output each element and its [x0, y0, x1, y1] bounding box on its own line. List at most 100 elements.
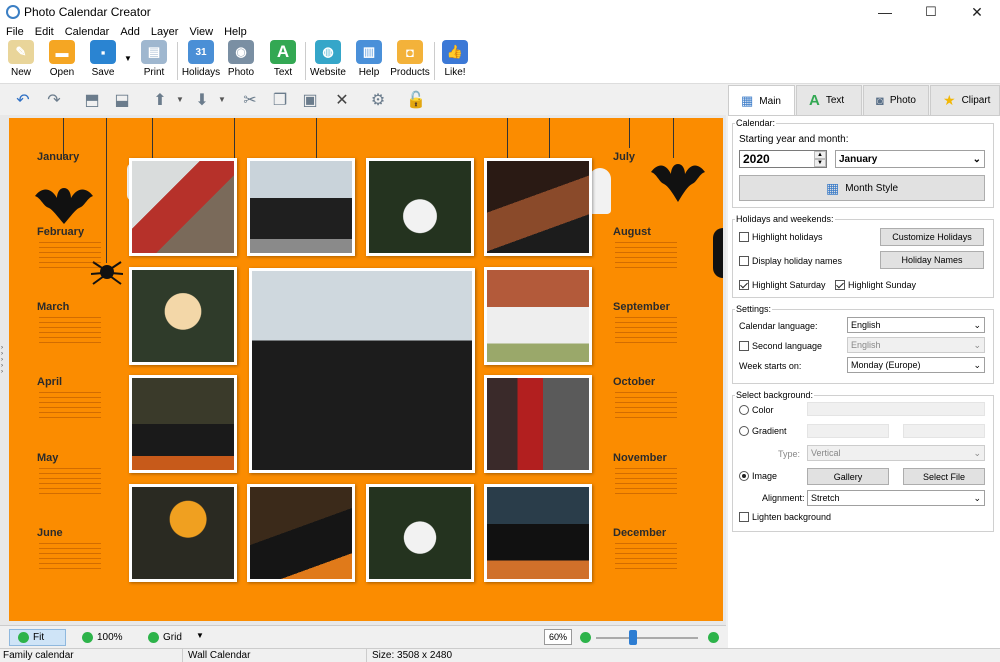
- like-label: Like!: [444, 67, 466, 78]
- checkbox[interactable]: [739, 256, 749, 266]
- calendar-language-select[interactable]: English ⌄: [847, 317, 985, 333]
- zoom-out-icon[interactable]: [580, 632, 591, 643]
- hanging-string: [316, 118, 317, 158]
- photo-frame[interactable]: [129, 267, 237, 365]
- photo-button[interactable]: ◉ Photo: [226, 40, 256, 82]
- photo-frame[interactable]: [484, 484, 592, 582]
- photo-frame[interactable]: [366, 158, 474, 256]
- image-radio[interactable]: Image: [739, 471, 777, 481]
- month-style-button[interactable]: ▦ Month Style: [739, 175, 985, 201]
- toolbar-separator: [434, 42, 435, 80]
- photo-frame[interactable]: [484, 158, 592, 256]
- month-select[interactable]: January ⌄: [835, 150, 985, 168]
- highlight-saturday-checkbox[interactable]: Highlight Saturday: [739, 280, 826, 290]
- align-down-icon[interactable]: ⬇: [190, 89, 214, 111]
- open-button[interactable]: ▬ Open: [46, 40, 78, 82]
- fit-button[interactable]: Fit: [9, 629, 66, 646]
- radio[interactable]: [739, 426, 749, 436]
- close-button[interactable]: ✕: [954, 0, 1000, 24]
- zoom-100-button[interactable]: 100%: [74, 629, 131, 646]
- main-photo-frame[interactable]: [249, 268, 475, 473]
- photo-frame[interactable]: [129, 484, 237, 582]
- save-button[interactable]: ▪ Save: [88, 40, 118, 82]
- redo-icon[interactable]: ↷: [42, 89, 66, 111]
- checkbox-checked[interactable]: [835, 280, 845, 290]
- radio-selected[interactable]: [739, 471, 749, 481]
- month-grid: [615, 317, 677, 347]
- grid-button[interactable]: Grid: [140, 629, 190, 646]
- checkbox-checked[interactable]: [739, 280, 749, 290]
- minimize-button[interactable]: —: [862, 0, 908, 24]
- photo-frame[interactable]: [484, 375, 592, 473]
- week-starts-value: Monday (Europe): [851, 360, 921, 370]
- zoom-slider-thumb[interactable]: [629, 630, 638, 645]
- customize-holidays-button[interactable]: Customize Holidays: [880, 228, 984, 246]
- text-label: Text: [273, 67, 293, 78]
- like-button[interactable]: 👍 Like!: [440, 40, 470, 82]
- settings-group-title: Settings:: [736, 304, 772, 314]
- photo-frame[interactable]: [484, 267, 592, 365]
- cut-icon[interactable]: ✂: [238, 89, 262, 111]
- tab-clipart[interactable]: ★ Clipart: [930, 85, 1000, 115]
- website-button[interactable]: ◍ Website: [310, 40, 346, 82]
- year-up-arrow[interactable]: ▲: [814, 151, 826, 159]
- gallery-button[interactable]: Gallery: [807, 468, 889, 485]
- year-down-arrow[interactable]: ▼: [814, 159, 826, 167]
- alignment-select[interactable]: Stretch ⌄: [807, 490, 985, 506]
- checkbox[interactable]: [739, 341, 749, 351]
- bring-forward-icon[interactable]: ⬒: [80, 89, 104, 111]
- zoom-slider-track[interactable]: [596, 637, 698, 639]
- highlight-holidays-checkbox[interactable]: Highlight holidays: [739, 232, 823, 242]
- month-december: December: [613, 527, 667, 539]
- color-radio[interactable]: Color: [739, 405, 774, 415]
- align-down-dropdown[interactable]: ▼: [218, 95, 226, 104]
- help-button[interactable]: ▥ Help: [354, 40, 384, 82]
- second-language-checkbox[interactable]: Second language: [739, 341, 822, 351]
- save-dropdown-arrow[interactable]: ▼: [124, 54, 132, 63]
- chevron-down-icon: ⌄: [973, 492, 981, 503]
- gradient-radio[interactable]: Gradient: [739, 426, 787, 436]
- toolbar-separator: [305, 42, 306, 80]
- checkbox[interactable]: [739, 232, 749, 242]
- align-up-dropdown[interactable]: ▼: [176, 95, 184, 104]
- holidays-button[interactable]: 31 Holidays: [182, 40, 220, 82]
- calendar-poster[interactable]: January February March April May June Ju…: [9, 118, 723, 621]
- tab-text[interactable]: A Text: [796, 85, 862, 115]
- select-file-button[interactable]: Select File: [903, 468, 985, 485]
- zoom-in-icon[interactable]: [708, 632, 719, 643]
- photo-frame[interactable]: [129, 158, 237, 256]
- globe-icon: ◍: [315, 40, 341, 64]
- send-backward-icon[interactable]: ⬓: [110, 89, 134, 111]
- hanging-string: [152, 118, 153, 158]
- photo-frame[interactable]: [129, 375, 237, 473]
- lighten-background-checkbox[interactable]: Lighten background: [739, 512, 831, 522]
- maximize-button[interactable]: ☐: [908, 0, 954, 24]
- tab-photo[interactable]: ◙ Photo: [863, 85, 929, 115]
- photo-frame[interactable]: [366, 484, 474, 582]
- highlight-sunday-checkbox[interactable]: Highlight Sunday: [835, 280, 916, 290]
- grid-dropdown-arrow[interactable]: ▼: [196, 631, 204, 640]
- align-up-icon[interactable]: ⬆: [148, 89, 172, 111]
- delete-icon[interactable]: ✕: [330, 89, 354, 111]
- status-divider: [182, 649, 183, 662]
- text-button[interactable]: A Text: [268, 40, 298, 82]
- week-starts-select[interactable]: Monday (Europe) ⌄: [847, 357, 985, 373]
- photo-frame[interactable]: [247, 484, 355, 582]
- print-button[interactable]: ▤ Print: [139, 40, 169, 82]
- photo-frame[interactable]: [247, 158, 355, 256]
- radio[interactable]: [739, 405, 749, 415]
- paste-icon[interactable]: ▣: [298, 89, 322, 111]
- new-button[interactable]: ✎ New: [7, 40, 35, 82]
- checkbox[interactable]: [739, 512, 749, 522]
- tab-main[interactable]: ▦ Main: [728, 85, 795, 116]
- lock-icon[interactable]: 🔓: [404, 89, 428, 111]
- panel-collapse-handle[interactable]: › › › › ›: [1, 345, 5, 385]
- display-holiday-names-checkbox[interactable]: Display holiday names: [739, 256, 842, 266]
- holiday-names-button[interactable]: Holiday Names: [880, 251, 984, 269]
- zoom-value-field[interactable]: 60%: [544, 629, 572, 645]
- copy-icon[interactable]: ❐: [268, 89, 292, 111]
- products-button[interactable]: ◘ Products: [390, 40, 430, 82]
- settings-icon[interactable]: ⚙: [366, 89, 390, 111]
- undo-icon[interactable]: ↶: [11, 89, 35, 111]
- chevron-down-icon: ⌄: [973, 339, 981, 350]
